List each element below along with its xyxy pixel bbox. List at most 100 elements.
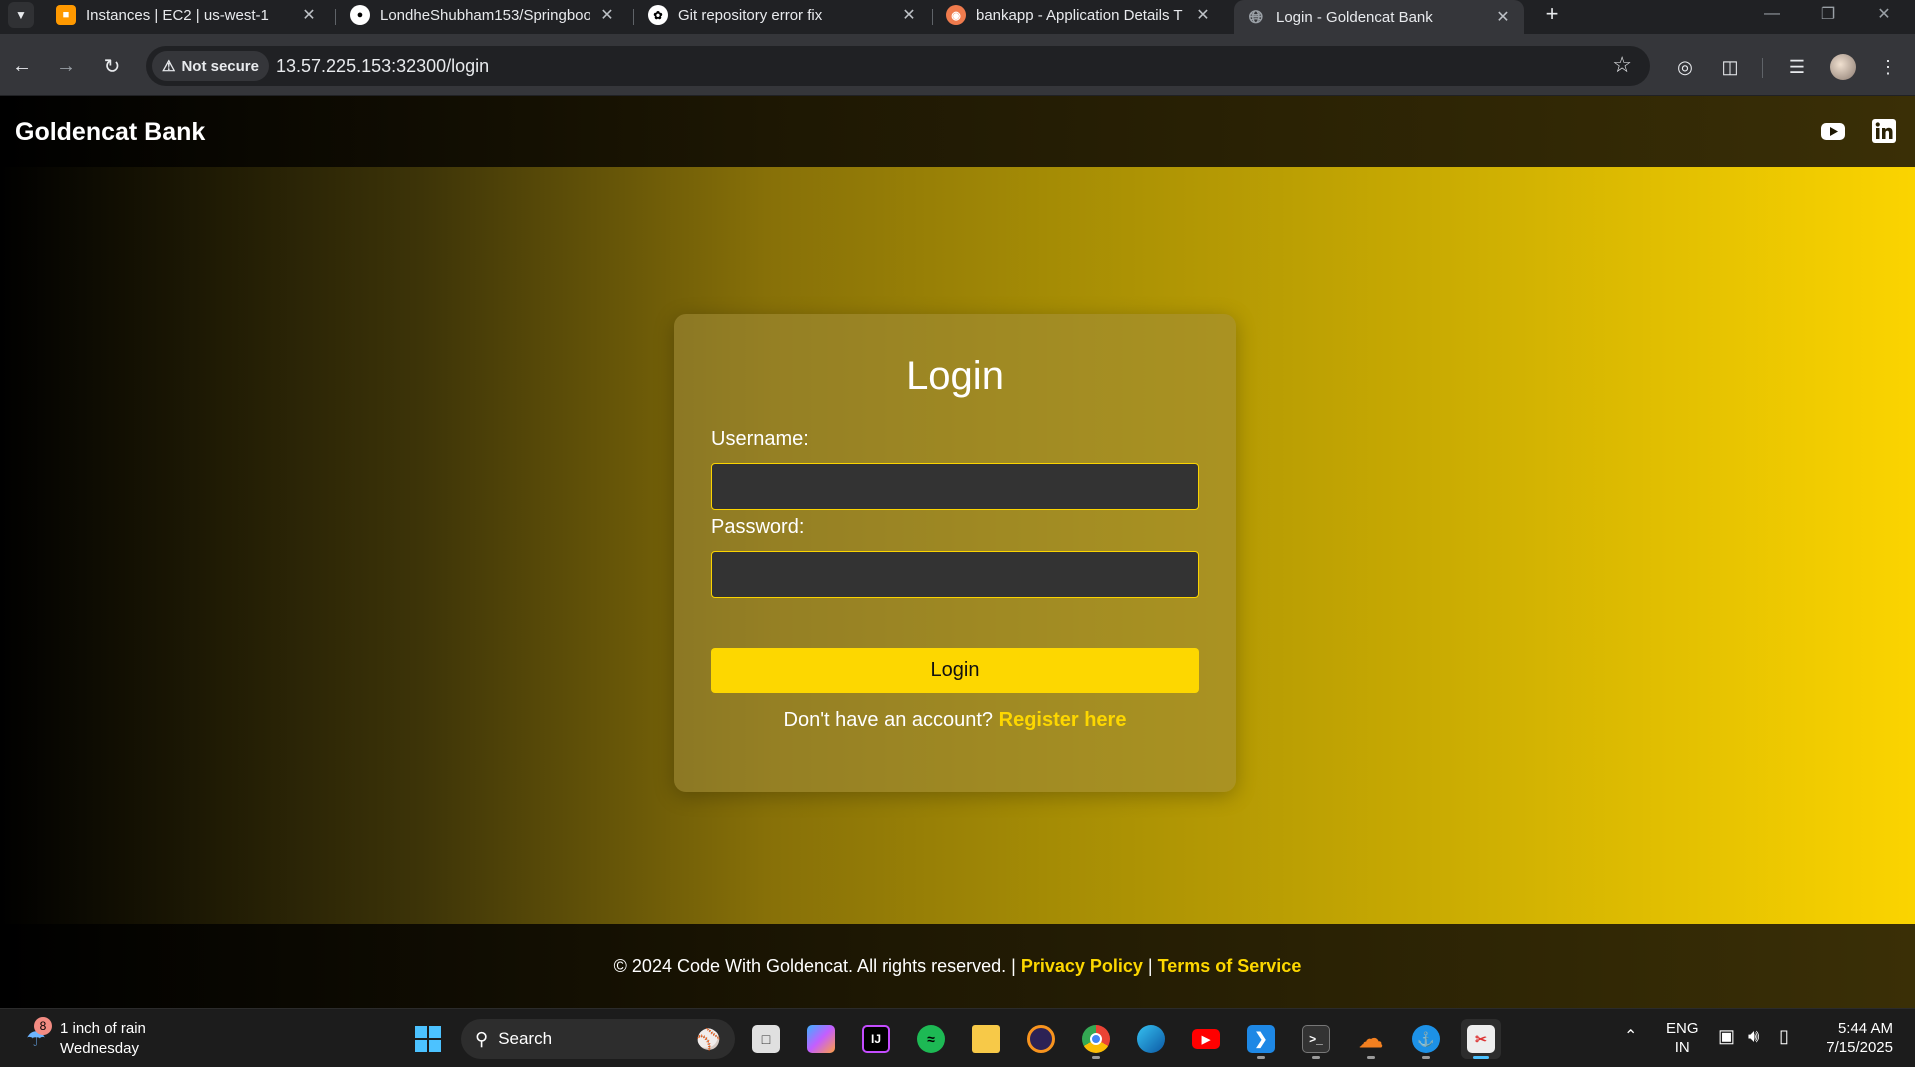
- spotify-button[interactable]: ≈: [911, 1019, 951, 1059]
- copilot-icon: [807, 1025, 835, 1053]
- running-indicator: [1422, 1056, 1430, 1059]
- running-indicator: [1312, 1056, 1320, 1059]
- volume-icon[interactable]: 🔊︎: [1748, 1027, 1759, 1046]
- argocd-icon: ◉: [946, 5, 966, 25]
- profile-avatar[interactable]: [1830, 54, 1856, 80]
- taskbar-search-box[interactable]: ⚲ Search ⚾: [461, 1019, 735, 1059]
- file-explorer-button[interactable]: [966, 1019, 1006, 1059]
- close-tab-icon[interactable]: ✕: [598, 5, 616, 25]
- tab-title: LondheShubham153/Springboo: [380, 6, 590, 24]
- url-text[interactable]: 13.57.225.153:32300/login: [276, 56, 489, 77]
- running-indicator: [1092, 1056, 1100, 1059]
- chrome-icon: [1082, 1025, 1110, 1053]
- forward-arrow-icon[interactable]: →: [50, 50, 82, 82]
- github-icon: ●: [350, 5, 370, 25]
- not-secure-label: Not secure: [181, 57, 259, 75]
- privacy-policy-link[interactable]: Privacy Policy: [1021, 956, 1143, 977]
- eclipse-button[interactable]: [1021, 1019, 1061, 1059]
- cloudflare-warp-button[interactable]: ☁: [1351, 1019, 1391, 1059]
- site-info-chip[interactable]: ⚠︎ Not secure: [152, 51, 269, 81]
- battery-icon[interactable]: ▯: [1779, 1027, 1789, 1046]
- keyboard-region: IN: [1674, 1039, 1690, 1056]
- cloud-icon: ☁: [1359, 1025, 1383, 1053]
- close-window-icon[interactable]: ✕: [1856, 0, 1912, 28]
- intellij-button[interactable]: IJ: [856, 1019, 896, 1059]
- chevron-up-icon[interactable]: ⌃: [1624, 1027, 1637, 1046]
- login-heading: Login: [906, 354, 1004, 398]
- copilot-button[interactable]: [801, 1019, 841, 1059]
- language-indicator[interactable]: ENG IN: [1666, 1019, 1699, 1057]
- reload-icon[interactable]: ↻: [96, 50, 128, 82]
- tab-goldencat-login[interactable]: 🌐︎ Login - Goldencat Bank ✕: [1234, 0, 1524, 34]
- copyright-text: © 2024 Code With Goldencat. All rights r…: [613, 955, 1007, 976]
- hero-section: Login Username: Password: Login Don't ha…: [0, 167, 1915, 924]
- folder-icon: [972, 1025, 1000, 1053]
- extensions-icon[interactable]: ◫: [1715, 52, 1745, 82]
- web-page: Goldencat Bank Login Username: Password:…: [0, 96, 1915, 1008]
- terminal-button[interactable]: >_: [1296, 1019, 1336, 1059]
- edge-button[interactable]: [1131, 1019, 1171, 1059]
- windows-start-button[interactable]: [408, 1019, 448, 1059]
- password-input[interactable]: [711, 551, 1199, 598]
- register-link[interactable]: Register here: [999, 709, 1127, 731]
- network-icon[interactable]: ▣: [1718, 1027, 1735, 1046]
- linkedin-icon[interactable]: [1871, 118, 1897, 144]
- close-tab-icon[interactable]: ✕: [300, 5, 318, 25]
- tab-github-repo[interactable]: ● LondheShubham153/Springboo ✕: [338, 0, 628, 30]
- task-view-button[interactable]: □: [746, 1019, 786, 1059]
- running-indicator: [1473, 1056, 1489, 1059]
- intellij-icon: IJ: [862, 1025, 890, 1053]
- tab-search-menu-icon[interactable]: ▼: [8, 2, 34, 28]
- snipping-tool-button[interactable]: ✂: [1461, 1019, 1501, 1059]
- tab-divider: [932, 9, 933, 25]
- site-brand[interactable]: Goldencat Bank: [15, 118, 205, 147]
- terms-of-service-link[interactable]: Terms of Service: [1158, 956, 1302, 977]
- task-view-icon: □: [752, 1025, 780, 1053]
- search-icon: ⚲: [475, 1028, 489, 1049]
- new-tab-icon[interactable]: +: [1538, 0, 1566, 28]
- running-indicator: [1367, 1056, 1375, 1059]
- back-arrow-icon[interactable]: ←: [6, 50, 38, 82]
- tab-ec2-instances[interactable]: ■ Instances | EC2 | us-west-1 ✕: [44, 0, 330, 30]
- tab-title: Git repository error fix: [678, 6, 823, 24]
- kebab-menu-icon[interactable]: ⋮: [1873, 52, 1903, 82]
- docker-desktop-button[interactable]: ⚓: [1406, 1019, 1446, 1059]
- clock[interactable]: 5:44 AM 7/15/2025: [1815, 1019, 1893, 1057]
- restore-icon[interactable]: ❐: [1800, 0, 1856, 28]
- windows-taskbar: ☂︎ 8 1 inch of rain Wednesday ⚲ Search ⚾…: [0, 1008, 1915, 1067]
- tab-title: Instances | EC2 | us-west-1: [86, 6, 269, 24]
- tab-argocd[interactable]: ◉ bankapp - Application Details T ✕: [934, 0, 1224, 30]
- terminal-icon: >_: [1302, 1025, 1330, 1053]
- password-label: Password:: [711, 516, 805, 538]
- tab-divider: [633, 9, 634, 25]
- google-lens-icon[interactable]: ◎: [1670, 52, 1700, 82]
- site-header: Goldencat Bank: [0, 96, 1915, 167]
- youtube-app-button[interactable]: ▶: [1186, 1019, 1226, 1059]
- language-code: ENG: [1666, 1020, 1699, 1037]
- spotify-icon: ≈: [917, 1025, 945, 1053]
- tab-chatgpt[interactable]: ✿ Git repository error fix ✕: [636, 0, 930, 30]
- minimize-icon[interactable]: —: [1744, 0, 1800, 28]
- youtube-icon[interactable]: [1820, 118, 1846, 144]
- browser-tab-strip: ▼ ■ Instances | EC2 | us-west-1 ✕ ● Lond…: [0, 0, 1915, 34]
- docker-icon: ⚓: [1412, 1025, 1440, 1053]
- warning-triangle-icon: ⚠︎: [162, 58, 176, 75]
- eclipse-icon: [1027, 1025, 1055, 1053]
- footer-separator: |: [1011, 955, 1016, 976]
- bookmark-star-icon[interactable]: ☆: [1612, 52, 1632, 78]
- weather-day: Wednesday: [60, 1040, 139, 1057]
- address-bar[interactable]: ⚠︎ Not secure 13.57.225.153:32300/login …: [146, 46, 1650, 86]
- media-queue-icon[interactable]: ☰: [1782, 52, 1812, 82]
- weather-widget[interactable]: ☂︎ 8 1 inch of rain Wednesday: [20, 1017, 146, 1061]
- footer-separator: |: [1147, 955, 1153, 976]
- umbrella-rain-icon: ☂︎ 8: [20, 1017, 52, 1055]
- close-tab-icon[interactable]: ✕: [1194, 5, 1212, 25]
- register-prompt-text: Don't have an account?: [783, 709, 994, 731]
- vscode-button[interactable]: ❯: [1241, 1019, 1281, 1059]
- username-input[interactable]: [711, 463, 1199, 510]
- login-card: Login Username: Password: Login Don't ha…: [674, 314, 1236, 792]
- login-button[interactable]: Login: [711, 648, 1199, 693]
- chrome-button[interactable]: [1076, 1019, 1116, 1059]
- close-tab-icon[interactable]: ✕: [1494, 7, 1512, 27]
- close-tab-icon[interactable]: ✕: [900, 5, 918, 25]
